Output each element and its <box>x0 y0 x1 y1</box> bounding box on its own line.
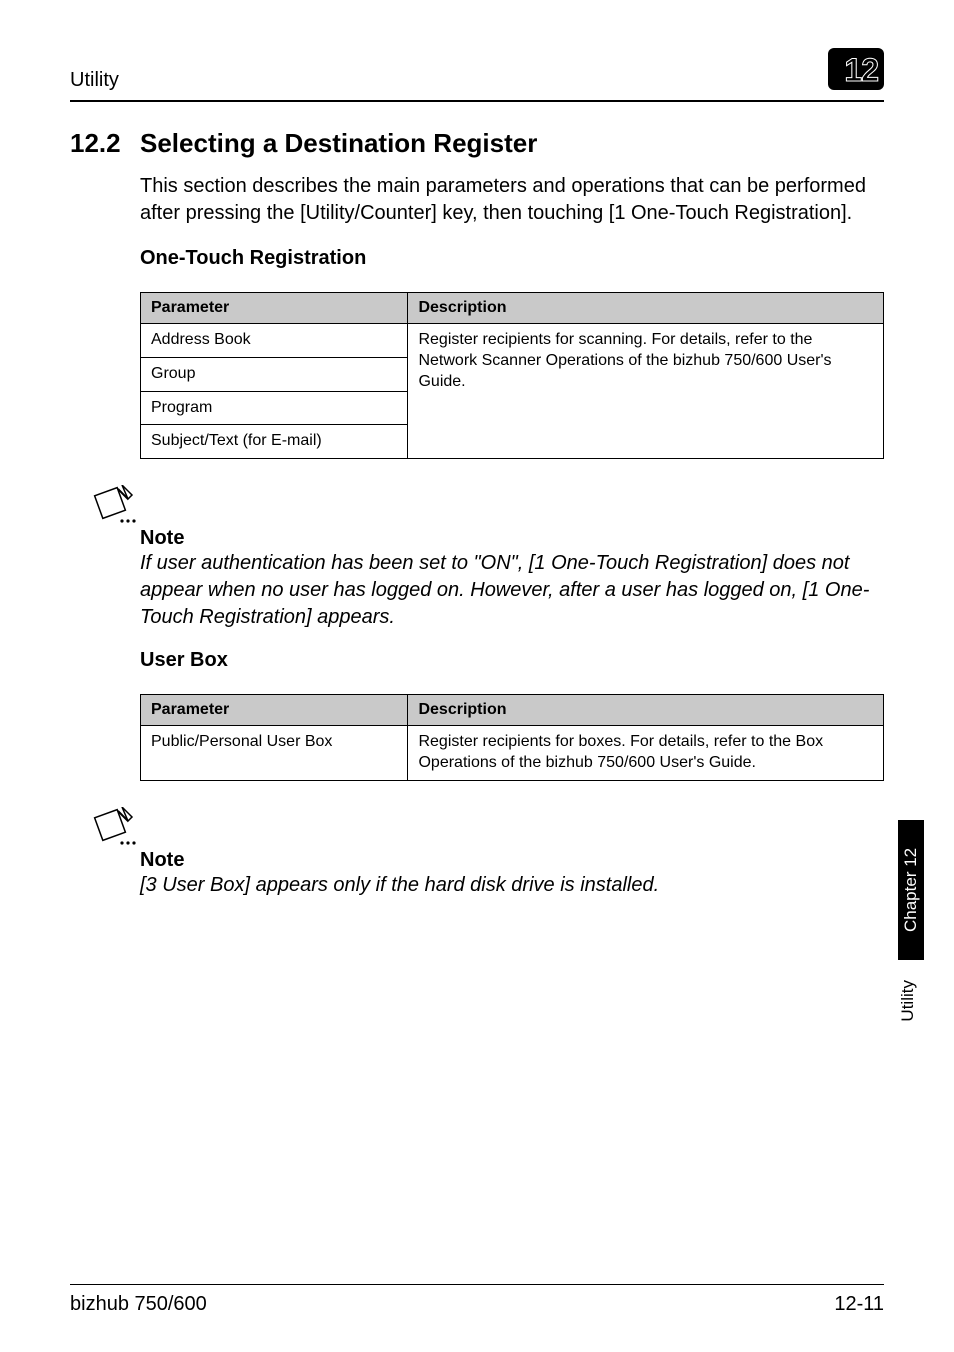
user-box-table: Parameter Description Public/Personal Us… <box>140 694 884 781</box>
side-tab-chapter: Chapter 12 <box>898 820 924 960</box>
table-cell: Address Book <box>141 324 408 358</box>
note-icon <box>92 485 138 527</box>
table-cell: Subject/Text (for E-mail) <box>141 425 408 459</box>
table-cell: Group <box>141 357 408 391</box>
note-text: If user authentication has been set to "… <box>140 550 884 631</box>
section-title: Selecting a Destination Register <box>140 128 537 159</box>
side-tab-label: Utility <box>898 980 924 1022</box>
footer-rule <box>70 1284 884 1285</box>
note-icon <box>92 807 138 849</box>
one-touch-heading: One-Touch Registration <box>140 247 884 270</box>
note-text: [3 User Box] appears only if the hard di… <box>140 872 884 899</box>
section-number: 12.2 <box>70 128 140 159</box>
chapter-badge: 12 <box>824 50 884 92</box>
table-cell-description: Register recipients for scanning. For de… <box>408 324 884 459</box>
table-cell: Program <box>141 391 408 425</box>
section-heading: 12.2 Selecting a Destination Register <box>70 128 884 159</box>
table-cell: Public/Personal User Box <box>141 726 408 781</box>
table-row: Parameter Description <box>141 293 884 324</box>
table-row: Address Book Register recipients for sca… <box>141 324 884 358</box>
user-box-heading: User Box <box>140 649 884 672</box>
table-header-description: Description <box>408 695 884 726</box>
table-cell-description: Register recipients for boxes. For detai… <box>408 726 884 781</box>
table-row: Public/Personal User Box Register recipi… <box>141 726 884 781</box>
note-label: Note <box>140 527 884 550</box>
chapter-number: 12 <box>844 52 878 89</box>
table-header-description: Description <box>408 293 884 324</box>
footer-page-number: 12-11 <box>834 1293 884 1316</box>
footer-product: bizhub 750/600 <box>70 1293 207 1316</box>
one-touch-table: Parameter Description Address Book Regis… <box>140 292 884 459</box>
note-label: Note <box>140 849 884 872</box>
header-section-title: Utility <box>70 69 119 92</box>
table-header-parameter: Parameter <box>141 695 408 726</box>
table-row: Parameter Description <box>141 695 884 726</box>
table-header-parameter: Parameter <box>141 293 408 324</box>
intro-paragraph: This section describes the main paramete… <box>140 173 884 227</box>
